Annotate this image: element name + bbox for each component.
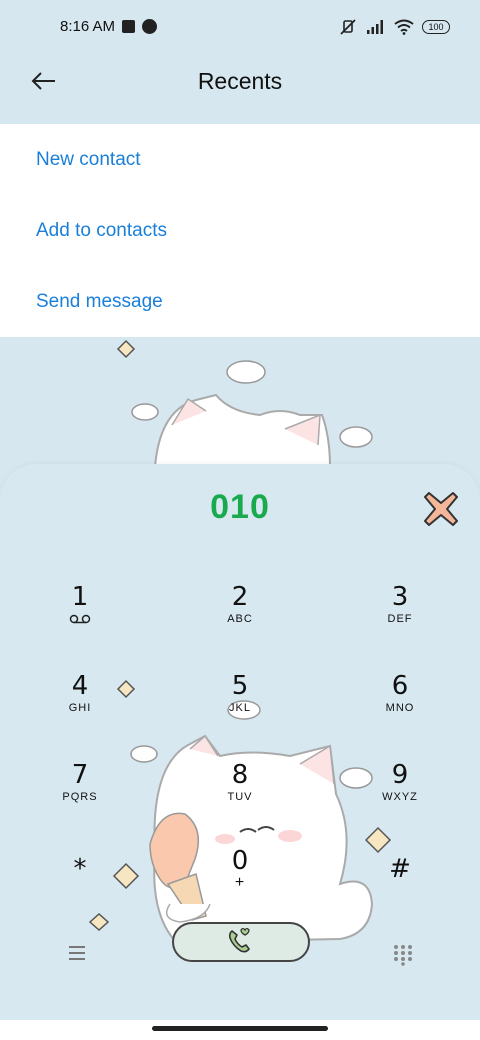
call-button[interactable] — [172, 922, 310, 962]
add-to-contacts-item[interactable]: Add to contacts — [0, 195, 480, 266]
key-7[interactable]: 7 PQRS — [25, 754, 135, 824]
key-digit: 2 — [231, 582, 249, 612]
key-digit: # — [389, 854, 411, 884]
key-digit: 6 — [391, 671, 409, 701]
key-letters: GHI — [68, 702, 92, 714]
key-digit: 1 — [71, 582, 89, 612]
wallpaper-upper-illustration — [116, 339, 373, 467]
key-letters: MNO — [385, 702, 415, 714]
header: Recents — [0, 56, 480, 124]
key-1[interactable]: 1 — [25, 576, 135, 646]
key-digit: 3 — [391, 582, 409, 612]
page-title: Recents — [197, 68, 283, 94]
recents-menu: New contact Add to contacts Send message — [0, 124, 480, 337]
key-letters: PQRS — [62, 791, 98, 803]
key-star[interactable]: * — [25, 848, 135, 918]
delete-button[interactable] — [422, 490, 460, 528]
home-indicator[interactable] — [152, 1026, 328, 1031]
key-2[interactable]: 2 ABC — [185, 576, 295, 646]
key-letters: WXYZ — [382, 791, 418, 803]
notification-circle-icon — [142, 19, 157, 34]
send-message-item[interactable]: Send message — [0, 266, 480, 337]
menu-lines-icon — [69, 946, 85, 960]
key-3[interactable]: 3 DEF — [345, 576, 455, 646]
dialpad-button[interactable] — [392, 944, 414, 966]
key-digit: 9 — [391, 760, 409, 790]
dialed-number: 010 — [210, 488, 270, 526]
status-bar: 8:16 AM 100 — [0, 0, 480, 56]
key-digit: * — [73, 854, 87, 884]
key-0[interactable]: 0 + — [185, 840, 295, 910]
new-contact-item[interactable]: New contact — [0, 124, 480, 195]
key-letters: TUV — [227, 791, 253, 803]
voicemail-icon — [69, 614, 91, 624]
signal-icon — [367, 20, 383, 34]
notification-square-icon — [122, 20, 135, 33]
status-icons: 100 — [338, 16, 450, 38]
key-letters: ABC — [227, 613, 253, 625]
status-time: 8:16 AM — [60, 18, 116, 35]
wifi-icon — [394, 19, 414, 35]
mute-icon — [340, 19, 356, 35]
key-5[interactable]: 5 JKL — [185, 665, 295, 735]
key-8[interactable]: 8 TUV — [185, 754, 295, 824]
key-9[interactable]: 9 WXYZ — [345, 754, 455, 824]
dialpad-grid-icon — [394, 945, 412, 966]
key-4[interactable]: 4 GHI — [25, 665, 135, 735]
key-hash[interactable]: # — [345, 848, 455, 918]
key-letters: DEF — [387, 613, 413, 625]
phone-call-icon — [228, 927, 250, 953]
battery-icon: 100 — [422, 20, 450, 34]
navigation-bar — [0, 1020, 480, 1040]
delete-x-icon — [424, 492, 458, 526]
key-digit: 4 — [71, 671, 89, 701]
dialer-panel: 010 1 2 ABC 3 DEF 4 GHI 5 JKL 6 MNO 7 PQ… — [0, 464, 480, 1020]
key-6[interactable]: 6 MNO — [345, 665, 455, 735]
key-digit: 0 — [231, 846, 249, 876]
key-digit: 8 — [231, 760, 249, 790]
key-digit: 5 — [231, 671, 249, 701]
key-letters: JKL — [229, 702, 251, 714]
key-letters: + — [234, 874, 246, 891]
menu-button[interactable] — [66, 944, 90, 964]
key-digit: 7 — [71, 760, 89, 790]
